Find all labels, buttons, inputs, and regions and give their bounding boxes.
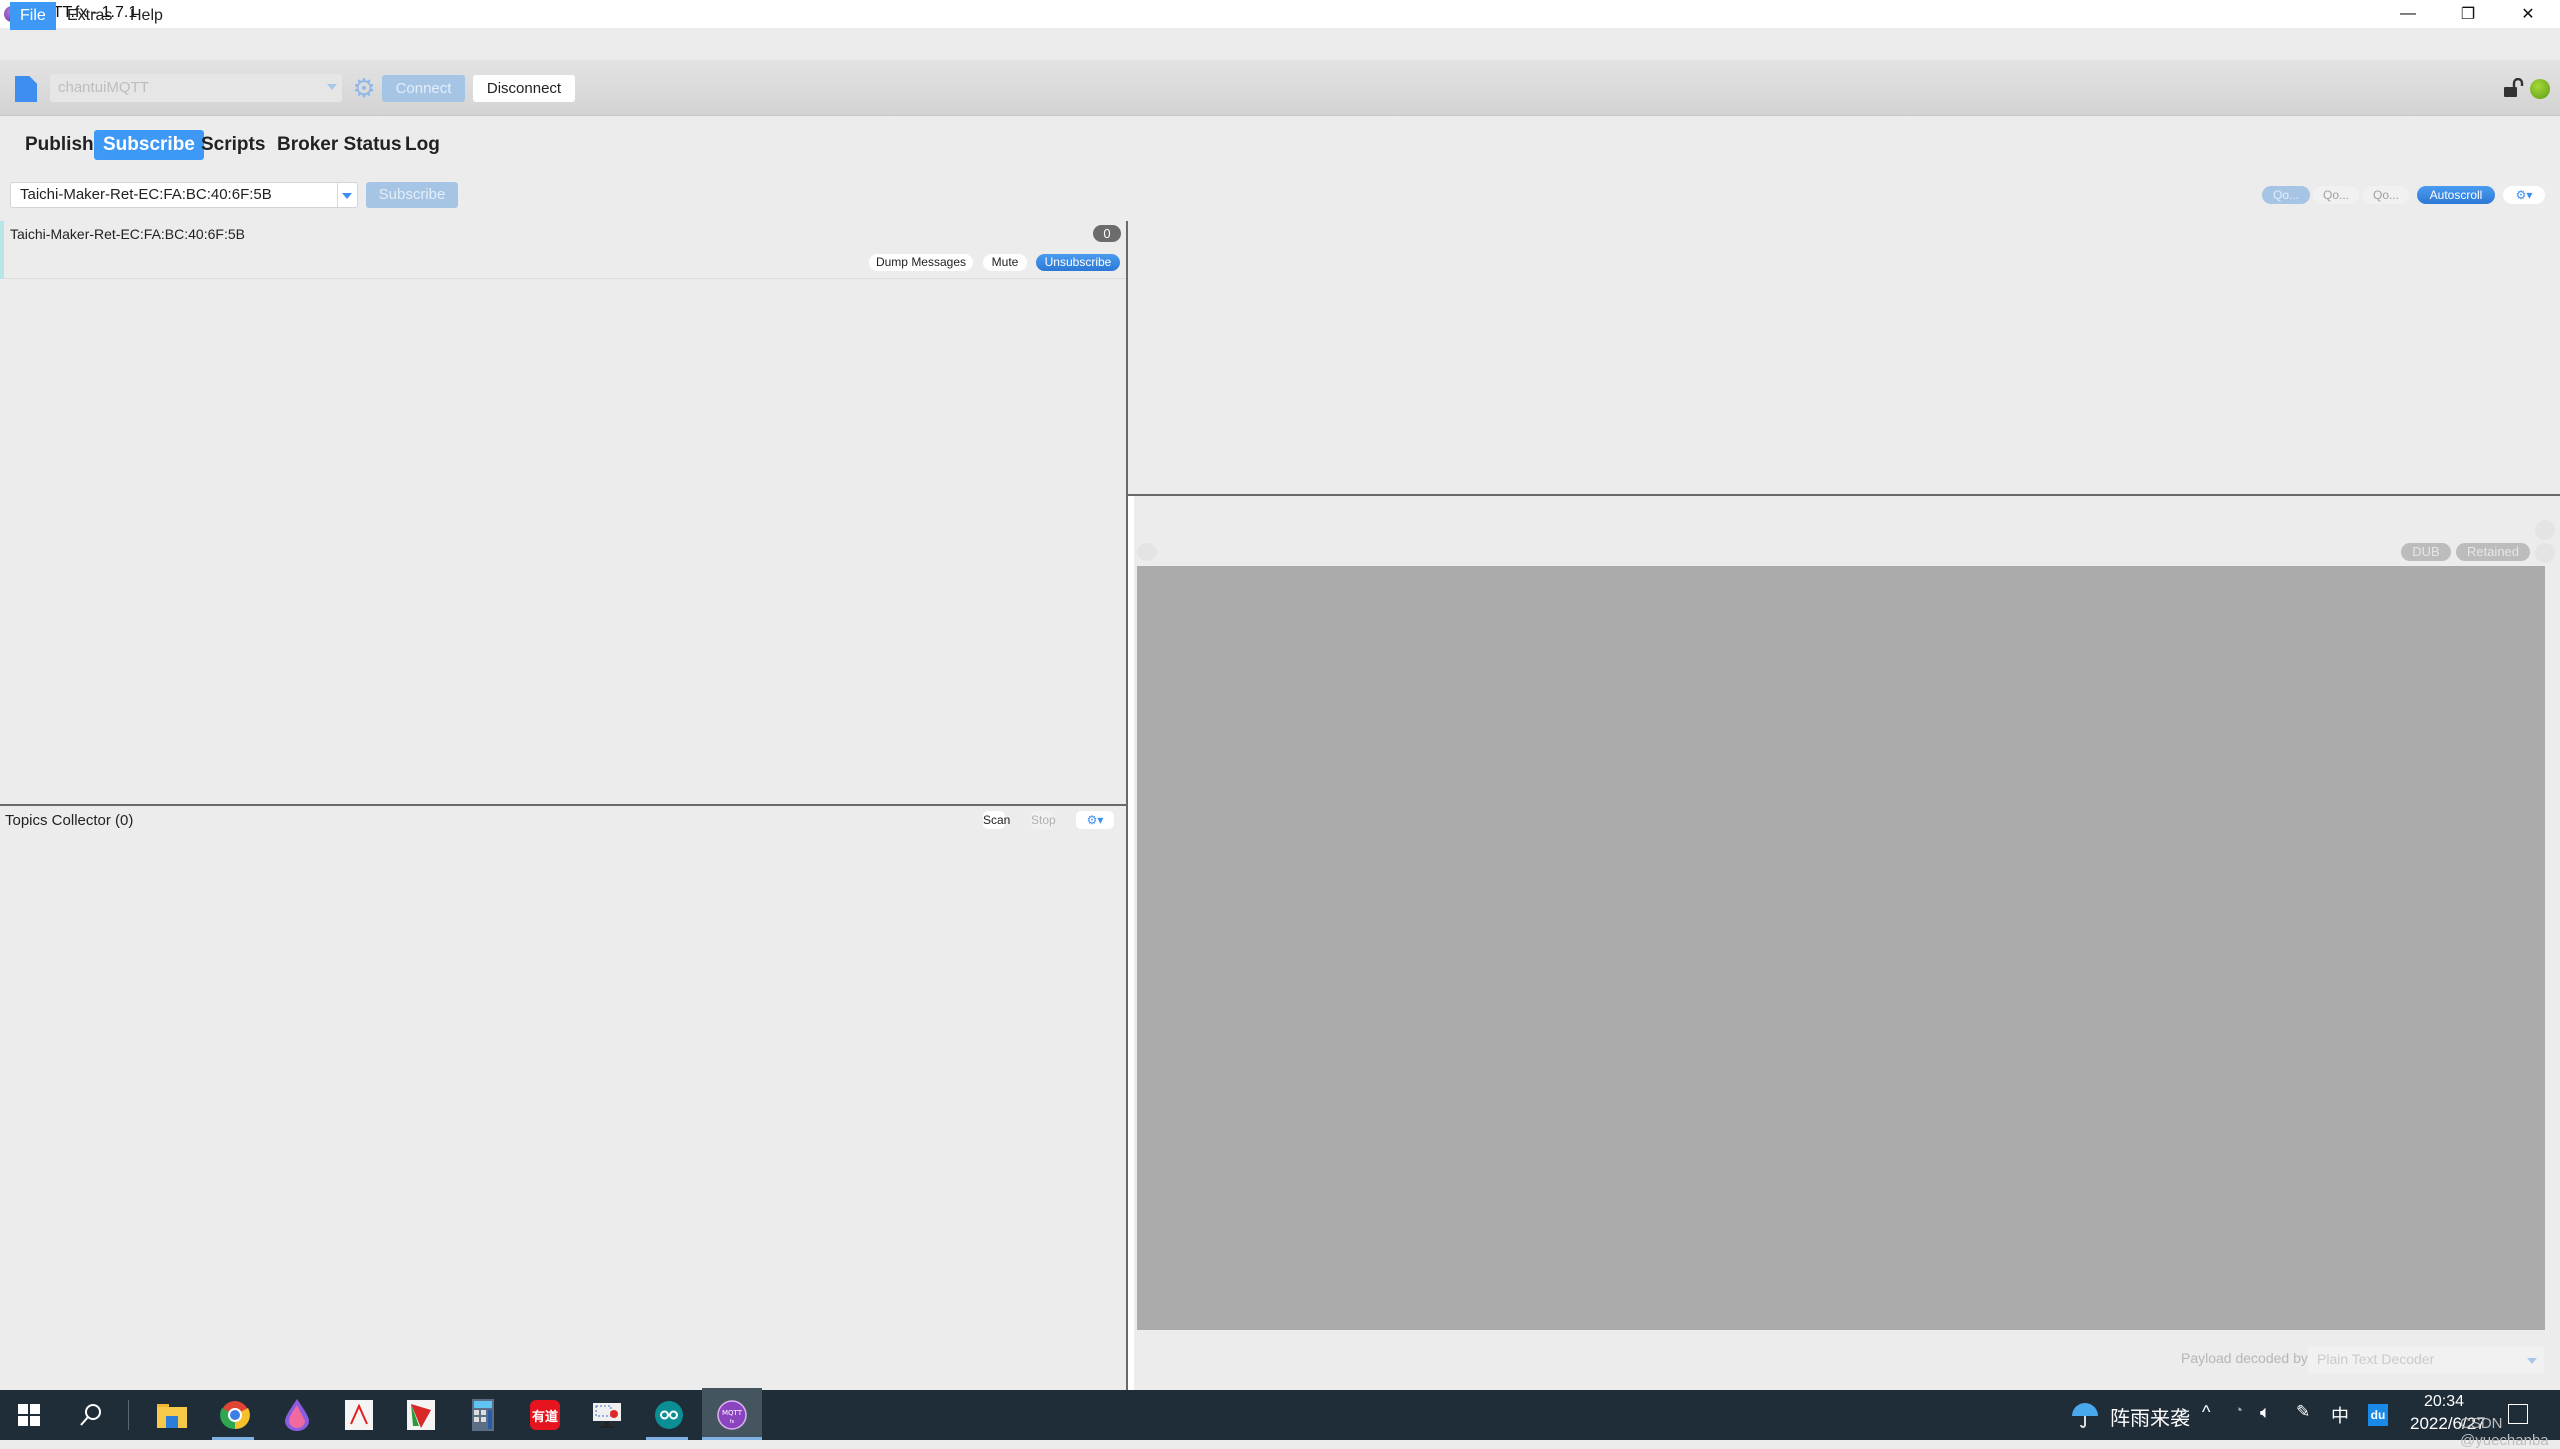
gear-dropdown-icon: ⚙▾ (2515, 188, 2533, 202)
restore-button[interactable]: ❐ (2440, 0, 2496, 28)
chrome-icon[interactable] (218, 1398, 252, 1432)
tab-publish[interactable]: Publish (16, 130, 103, 160)
stop-button[interactable]: Stop (1031, 811, 1056, 829)
subscribe-button[interactable]: Subscribe (366, 182, 458, 208)
payload-view[interactable] (1137, 566, 2545, 1330)
minimize-button[interactable]: — (2380, 0, 2436, 28)
restore-icon: ❐ (2460, 6, 2476, 23)
mute-button[interactable]: Mute (983, 254, 1027, 271)
volume-icon[interactable]: 🔈︎ (2260, 1402, 2271, 1423)
left-horizontal-divider[interactable] (0, 804, 1126, 806)
notification-center-icon[interactable] (2508, 1404, 2528, 1424)
disconnect-button[interactable]: Disconnect (473, 75, 575, 102)
menu-extras[interactable]: Extras (57, 2, 122, 30)
weather-text[interactable]: 阵雨来袭 (2110, 1402, 2190, 1431)
mqttfx-taskbar-icon[interactable]: MQTT fx (715, 1398, 749, 1432)
autoscroll-toggle[interactable]: Autoscroll (2417, 186, 2495, 204)
title-bar (0, 0, 2560, 28)
message-count-badge: 0 (1093, 225, 1121, 242)
menu-help[interactable]: Help (120, 2, 173, 30)
connection-status-indicator (2530, 79, 2550, 99)
subscription-color-marker (0, 221, 4, 279)
gear-icon[interactable]: ⚙ (351, 75, 377, 101)
network-icon[interactable]: ◔ (2234, 1402, 2243, 1419)
taskbar-separator (128, 1400, 129, 1430)
svg-text:MQTT: MQTT (722, 1409, 743, 1417)
tray-overflow-caret-icon[interactable]: ^ (2202, 1402, 2210, 1423)
unlock-icon (2504, 78, 2524, 97)
tab-scripts[interactable]: Scripts (192, 130, 274, 160)
weather-umbrella-icon[interactable] (2070, 1400, 2100, 1430)
close-button[interactable]: ✕ (2500, 0, 2556, 28)
app-icon[interactable] (404, 1398, 438, 1432)
message-indicator (1137, 543, 1157, 561)
tab-log[interactable]: Log (396, 130, 449, 160)
file-explorer-icon[interactable] (155, 1398, 189, 1432)
scan-button[interactable]: Scan (983, 811, 1010, 829)
options-menu-button[interactable]: ⚙▾ (2503, 186, 2545, 204)
topics-collector-options-button[interactable]: ⚙▾ (1076, 811, 1114, 829)
clock-time[interactable]: 20:34 (2424, 1393, 2464, 1411)
windows-start-icon[interactable] (12, 1398, 46, 1432)
retained-badge: Retained (2456, 543, 2530, 561)
panel-edge (1128, 496, 1134, 1390)
topics-collector-label: Topics Collector (0) (5, 812, 134, 829)
youdao-label: 有道 (530, 1400, 560, 1430)
youdao-icon[interactable]: 有道 (528, 1398, 562, 1432)
calculator-icon[interactable] (466, 1398, 500, 1432)
combobox-separator (337, 183, 338, 207)
dub-badge: DUB (2401, 543, 2451, 561)
chevron-down-icon[interactable] (342, 193, 352, 199)
menu-file[interactable]: File (10, 2, 56, 30)
tab-broker-status[interactable]: Broker Status (268, 130, 411, 160)
close-icon: ✕ (2521, 6, 2535, 23)
paint-app-icon[interactable] (280, 1398, 314, 1432)
qos1-button[interactable]: Qo... (2313, 186, 2359, 204)
ime-indicator[interactable]: 中 (2331, 1402, 2349, 1428)
payload-decoder-value: Plain Text Decoder (2317, 1351, 2435, 1367)
screen-capture-icon[interactable] (590, 1398, 624, 1432)
baidu-icon[interactable]: du (2368, 1404, 2388, 1426)
topic-input-value[interactable]: Taichi-Maker-Ret-EC:FA:BC:40:6F:5B (20, 186, 272, 203)
minimize-icon: — (2400, 5, 2416, 22)
chevron-down-icon (2527, 1358, 2537, 1364)
qos2-button[interactable]: Qo... (2363, 186, 2409, 204)
payload-decoder-label: Payload decoded by (2181, 1350, 2308, 1366)
acrobat-icon[interactable] (342, 1398, 376, 1432)
message-indicator (2535, 520, 2555, 540)
search-icon[interactable] (74, 1398, 108, 1432)
connect-button[interactable]: Connect (382, 75, 465, 102)
subscription-topic: Taichi-Maker-Ret-EC:FA:BC:40:6F:5B (10, 226, 245, 242)
tab-subscribe[interactable]: Subscribe (94, 130, 204, 160)
svg-text:fx: fx (730, 1419, 735, 1425)
unsubscribe-button[interactable]: Unsubscribe (1036, 254, 1120, 271)
qos0-button[interactable]: Qo... (2262, 186, 2310, 204)
connection-profile-value: chantuiMQTT (58, 79, 149, 96)
menu-bar (0, 28, 2560, 60)
message-indicator (2535, 543, 2555, 563)
gear-dropdown-icon: ⚙▾ (1086, 813, 1104, 827)
chevron-down-icon (327, 84, 337, 90)
pen-icon[interactable]: ✎ (2296, 1402, 2310, 1422)
arduino-icon[interactable] (652, 1398, 686, 1432)
right-horizontal-divider[interactable] (1128, 494, 2560, 496)
dump-messages-button[interactable]: Dump Messages (869, 254, 973, 271)
